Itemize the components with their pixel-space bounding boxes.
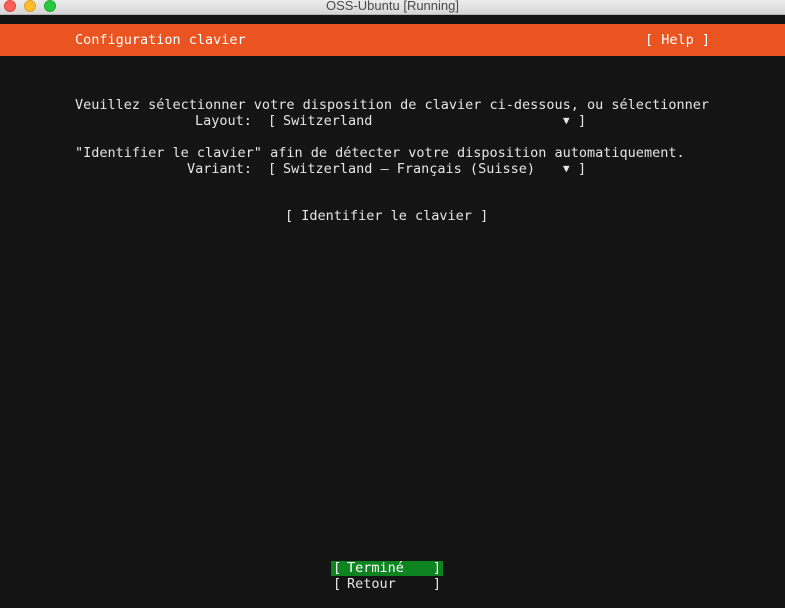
vm-window: OSS-Ubuntu [Running] Configuration clavi… <box>0 0 785 608</box>
window-title: OSS-Ubuntu [Running] <box>326 0 459 13</box>
chevron-down-icon: ▼ <box>563 162 570 175</box>
variant-open-bracket: [ <box>268 161 277 177</box>
intro-line-1: Veuillez sélectionner votre disposition … <box>75 97 709 113</box>
variant-dropdown[interactable]: [ Switzerland – Français (Suisse) ▼ ] <box>268 161 588 177</box>
identify-keyboard-button[interactable]: [ Identifier le clavier ] <box>285 208 488 224</box>
variant-close-bracket: ] <box>578 161 587 177</box>
installer-header: Configuration clavier [ Help ] <box>0 24 785 56</box>
back-button[interactable]: [ Retour ] <box>331 577 443 592</box>
back-open-bracket: [ <box>333 576 342 592</box>
back-close-bracket: ] <box>432 576 441 592</box>
layout-close-bracket: ] <box>578 113 587 129</box>
chevron-down-icon: ▼ <box>563 114 570 127</box>
title-bar: OSS-Ubuntu [Running] <box>0 0 785 15</box>
layout-label: Layout: <box>195 113 252 129</box>
layout-value: Switzerland <box>283 113 373 129</box>
done-open-bracket: [ <box>333 560 342 576</box>
page-title: Configuration clavier <box>75 32 246 48</box>
done-button[interactable]: [ Terminé ] <box>331 561 443 576</box>
intro-line-2: "Identifier le clavier" afin de détecter… <box>75 145 685 161</box>
variant-value: Switzerland – Français (Suisse) <box>283 161 535 177</box>
layout-dropdown[interactable]: [ Switzerland ▼ ] <box>268 113 588 129</box>
layout-open-bracket: [ <box>268 113 277 129</box>
variant-label: Variant: <box>187 161 253 177</box>
done-label: Terminé <box>347 560 404 576</box>
help-button[interactable]: [ Help ] <box>645 32 710 48</box>
back-label: Retour <box>347 576 396 592</box>
done-close-bracket: ] <box>432 560 441 576</box>
